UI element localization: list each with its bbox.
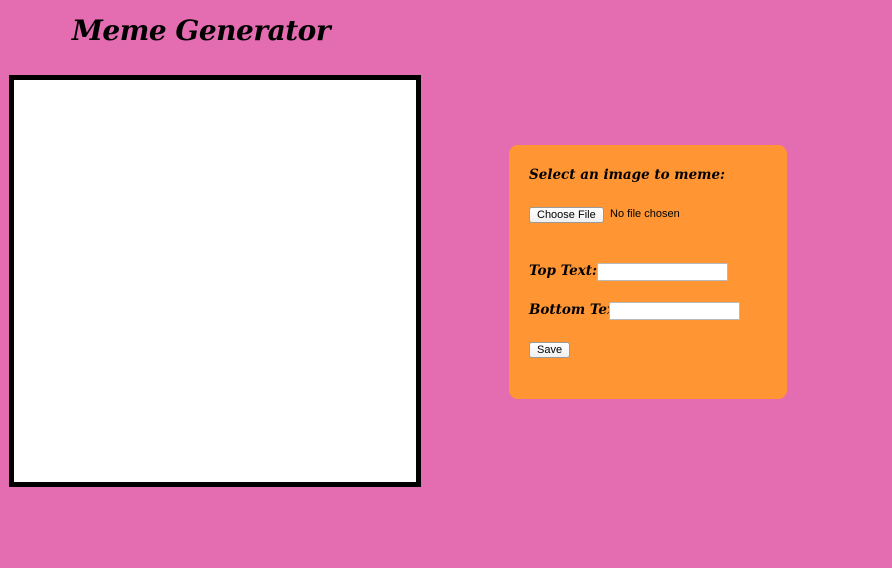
choose-file-button[interactable]: Choose File (529, 207, 604, 223)
select-image-label: Select an image to meme: (529, 167, 726, 183)
meme-form-panel: Select an image to meme: Choose File No … (509, 145, 787, 399)
page-title: Meme Generator (71, 14, 331, 47)
save-button[interactable]: Save (529, 342, 571, 358)
top-text-label: Top Text: (529, 263, 597, 279)
meme-canvas (9, 75, 421, 487)
file-status-text: No file chosen (610, 208, 680, 220)
top-text-input[interactable] (597, 263, 728, 281)
bottom-text-input[interactable] (609, 302, 740, 320)
